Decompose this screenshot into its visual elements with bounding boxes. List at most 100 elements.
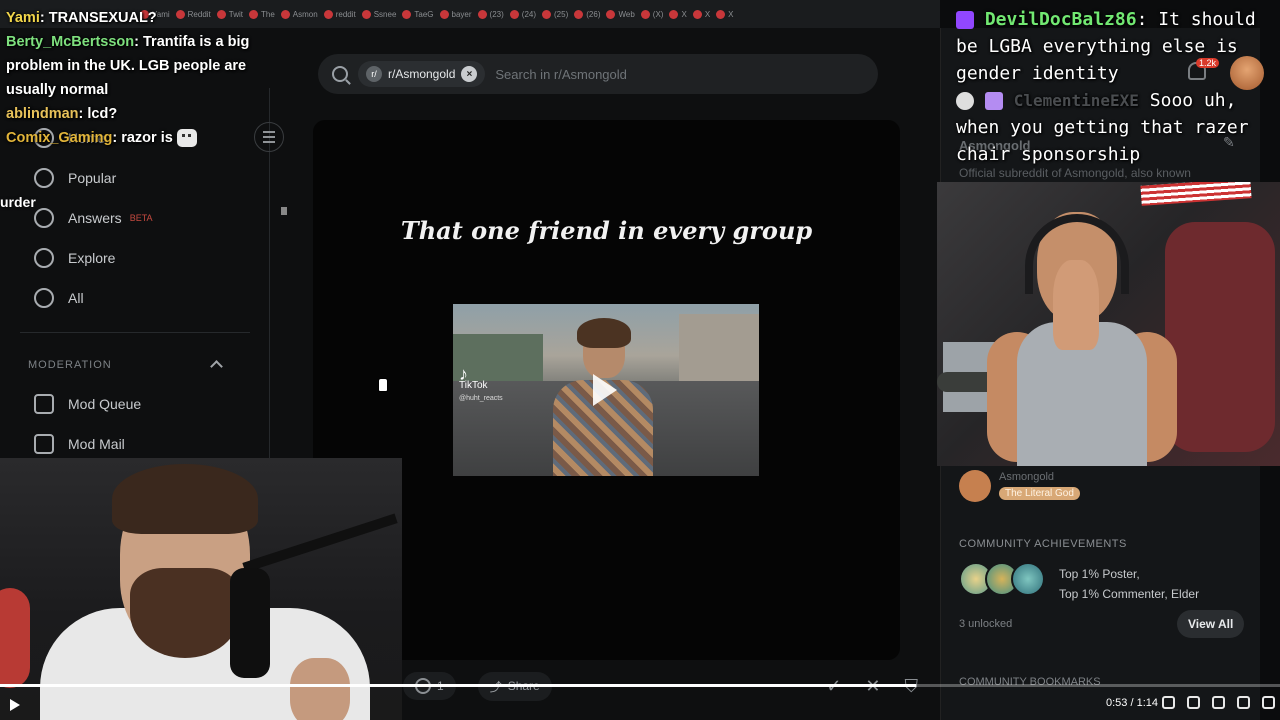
browser-tab[interactable]: X [669,9,687,19]
sidebar-item-answers[interactable]: Answers BETA [34,208,153,228]
tab-label: X [728,9,734,19]
stream-frame: Yami Reddit Twit The Asmon reddit Ssnee TaeG bay… [0,0,1280,720]
browser-tab[interactable]: (24) [509,9,537,19]
mod-queue-icon [34,394,54,414]
explore-icon [34,248,54,268]
moderator-name: Asmongold [999,471,1055,483]
browser-tab[interactable]: (26) [574,9,600,19]
achievement-line: Top 1% Poster, [1059,567,1140,581]
chat-message: Yami: TRANSEXUAL? [0,6,290,30]
browser-tab[interactable]: (23) [477,9,504,19]
moderator-row[interactable]: Asmongold The Literal God [959,470,1080,502]
moderation-header[interactable]: MODERATION [28,359,112,371]
sidebar-item-popular[interactable]: Popular [34,168,116,188]
webcam-right [937,182,1280,466]
tab-favicon-icon [439,9,449,19]
tab-favicon-icon [692,9,702,19]
tab-label: (23) [489,9,504,19]
sidebar-item-mod-queue[interactable]: Mod Queue [34,394,141,414]
browser-tab[interactable]: bayer [439,9,472,19]
progress-bar[interactable] [0,684,1280,687]
subreddit-filter-chip[interactable]: r/ r/Asmongold × [358,61,486,87]
sidebar-item-all[interactable]: All [34,288,84,308]
clear-chip-icon[interactable]: × [461,66,478,82]
sidebar-item-explore[interactable]: Explore [34,248,115,268]
tiktok-handle: @huht_reacts [459,395,503,402]
sub-badge-icon [956,11,974,29]
play-icon[interactable] [10,699,20,711]
tab-label: Asmon [292,9,318,19]
chat-username: Berty_McBertsson [6,34,135,50]
chat-overlay-right: DevilDocBalz86: It should be LGBA everyt… [956,6,1256,168]
chat-overlay-left: Yami: TRANSEXUAL? Berty_McBertsson: Tran… [0,6,290,150]
search-input[interactable]: Search in r/Asmongold [495,67,627,82]
chat-text: : razor is [112,130,173,146]
view-all-button[interactable]: View All [1177,610,1245,638]
chat-message: DevilDocBalz86: It should be LGBA everyt… [956,6,1256,87]
all-icon [34,288,54,308]
settings-icon[interactable] [1212,696,1225,709]
tab-favicon-icon [574,9,584,19]
achievements-header: COMMUNITY ACHIEVEMENTS [959,538,1127,550]
captions-icon[interactable] [1162,696,1175,709]
chat-username: DevilDocBalz86 [984,9,1137,30]
unlocked-count: 3 unlocked [959,618,1013,630]
achievement-badge-icon [1011,562,1045,596]
user-flair: The Literal God [999,487,1080,500]
progress-fill [0,684,917,687]
popular-icon [34,168,54,188]
tab-favicon-icon [640,9,650,19]
tab-label: bayer [451,9,472,19]
chevron-up-icon[interactable] [210,360,223,373]
avatar [959,470,991,502]
badge-icon [956,92,974,110]
browser-tab[interactable]: TaeG [402,9,434,19]
tiktok-label: TikTok [459,380,488,391]
browser-tab[interactable]: X [716,9,734,19]
mouse-cursor-icon [281,207,287,215]
tab-favicon-icon [542,9,552,19]
tab-label: (24) [521,9,537,19]
tab-favicon-icon [477,9,487,19]
tab-favicon-icon [402,9,412,19]
tab-favicon-icon [509,9,519,19]
mouse-cursor-icon [378,378,388,392]
chat-message: ablindman: lcd? [0,102,290,126]
browser-tab[interactable]: reddit [323,9,356,19]
browser-tab[interactable]: (X) [640,9,663,19]
volume-icon[interactable] [1187,696,1200,709]
community-description: Official subreddit of Asmongold, also kn… [959,166,1191,180]
achievement-text: Top 1% Poster, Top 1% Commenter, Elder [1059,564,1199,604]
time-display: 0:53 / 1:14 [1106,697,1158,709]
browser-tab[interactable]: Web [606,9,635,19]
browser-tab[interactable]: Ssnee [361,9,396,19]
search-bar[interactable]: r/ r/Asmongold × Search in r/Asmongold [318,54,878,94]
tab-favicon-icon [361,9,371,19]
answers-icon [34,208,54,228]
chat-username: Comix_Gaming [6,130,113,146]
chat-username: Yami [6,10,40,26]
play-icon[interactable] [593,374,617,406]
mod-mail-icon [34,434,54,454]
browser-tab[interactable]: X [692,9,710,19]
miniplayer-icon[interactable] [1237,696,1250,709]
video-player-controls: 0:53 / 1:14 [0,684,1280,720]
tiktok-icon: ♪ [459,364,468,384]
chat-message: ClementineEXE Sooo uh, when you getting … [956,87,1256,168]
sidebar-item-label: Mod Mail [68,436,125,452]
emote-icon [176,129,197,148]
tab-favicon-icon [669,9,679,19]
player-buttons [1162,696,1275,709]
sidebar-divider [20,332,250,333]
webcam-left [0,458,402,720]
sidebar-item-mod-mail[interactable]: Mod Mail [34,434,125,454]
tiktok-watermark: ♪ TikTok @huht_reacts [459,364,503,405]
microphone [230,568,270,678]
subreddit-icon: r/ [366,66,382,82]
chat-message: Berty_McBertsson: Trantifa is a big prob… [0,30,290,102]
video-thumbnail[interactable]: ♪ TikTok @huht_reacts [453,304,759,476]
sidebar-item-label: Mod Queue [68,396,142,412]
fullscreen-icon[interactable] [1262,696,1275,709]
browser-tab[interactable]: (25) [542,9,568,19]
tab-favicon-icon [323,9,333,19]
